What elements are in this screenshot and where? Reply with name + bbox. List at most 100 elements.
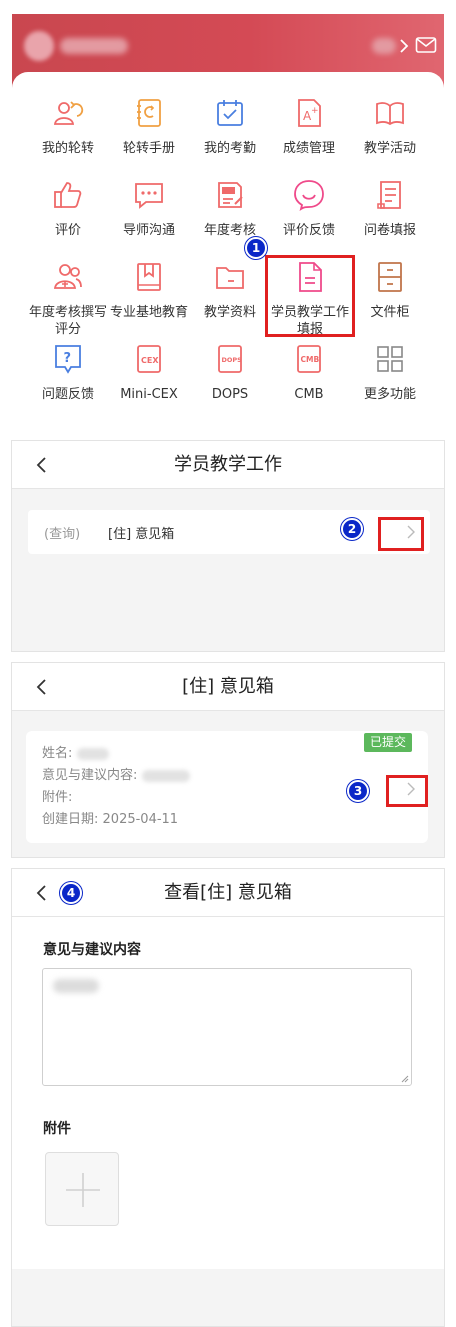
step-marker: 4 [60,882,82,904]
cmb-icon: CMB [297,345,321,373]
grid-item-questionnaire[interactable]: 问卷填报 [349,178,431,239]
name-label: 姓名: [42,746,73,761]
grid-item-file-cabinet[interactable]: 文件柜 [349,260,431,321]
handbook-icon [137,99,161,127]
grid-item-teaching-materials[interactable]: 教学资料 [189,260,271,321]
grid-item-label: 成绩管理 [282,141,335,156]
highlight-box [265,255,355,337]
suggestion-box-panel: [住] 意见箱 已提交 姓名: 意见与建议内容: 附件: 创建日期: 2025-… [11,662,445,858]
user-name-blurred [60,38,128,54]
svg-text:DOPS: DOPS [222,356,243,364]
grid-item-label: 我的轮转 [41,141,94,156]
nav-bar: [住] 意见箱 [12,663,444,711]
step-marker: 2 [341,518,363,540]
query-tag: (查询) [44,527,81,542]
grid-item-mini-cex[interactable]: CEX Mini-CEX [108,342,190,403]
function-grid: 我的轮转 轮转手册 我的考勤 A + 成绩管理 教学活动 评价 导师沟通 年度考… [12,72,444,428]
grid-item-annual-exam[interactable]: 年度考核 [189,178,271,239]
grid-item-label: 年度考核撰写评分 [28,305,107,337]
grid-item-dops[interactable]: DOPS DOPS [189,342,271,403]
book-open-icon [376,102,404,126]
list-item-title: [住] 意见箱 [108,527,175,542]
teaching-work-panel: 学员教学工作 (查询) [住] 意见箱 2 [11,440,445,652]
avatar[interactable] [24,31,54,61]
grid-item-teaching-activity[interactable]: 教学活动 [349,96,431,157]
content-line: 意见与建议内容: [42,767,190,785]
grid-item-more-functions[interactable]: 更多功能 [349,342,431,403]
grid-item-label: 问卷填报 [363,223,416,238]
plus-icon [66,1173,100,1207]
name-line: 姓名: [42,745,109,763]
cex-icon: CEX [137,345,161,373]
page-title: 学员教学工作 [174,454,282,475]
page-title: [住] 意见箱 [182,676,274,697]
grid-item-annual-exam-scoring[interactable]: 年度考核撰写评分 [27,260,109,338]
grid-item-label: 我的考勤 [203,141,256,156]
grid-item-label: 教学活动 [363,141,416,156]
grid-item-evaluation-feedback[interactable]: 评价反馈 [268,178,350,239]
users-icon [53,264,82,289]
cabinet-icon [378,262,402,292]
chat-icon [135,183,163,209]
content-value-blurred [141,769,190,782]
attachment-heading: 附件 [43,1121,71,1137]
grade-icon: A + [298,99,321,127]
grid-item-rotation-handbook[interactable]: 轮转手册 [108,96,190,157]
mail-icon[interactable] [415,36,437,54]
grid-item-label: 专业基地教育 [109,305,188,320]
grid-item-label: 轮转手册 [122,141,175,156]
grid-item-label: 问题反馈 [41,387,94,402]
svg-text:CEX: CEX [141,356,159,365]
date-label: 创建日期: [42,812,99,827]
content-textarea[interactable] [42,968,412,1086]
grid-item-label: 文件柜 [370,305,410,320]
grid-item-my-attendance[interactable]: 我的考勤 [189,96,271,157]
attachment-upload-button[interactable] [45,1152,119,1226]
grid-item-label: 更多功能 [363,387,416,402]
attachment-label: 附件: [42,790,73,805]
thumbs-up-icon [54,182,82,208]
status-badge: 已提交 [364,733,412,752]
content-label: 意见与建议内容: [42,768,138,783]
attachment-line: 附件: [42,789,72,807]
chevron-right-icon[interactable] [396,36,412,56]
content-value-blurred [53,979,99,993]
grid-item-cmb[interactable]: CMB CMB [268,342,350,403]
question-icon: ? [55,345,81,374]
resize-grip-icon[interactable] [401,1075,409,1083]
content-heading: 意见与建议内容 [43,942,141,958]
list-item[interactable]: (查询) [住] 意见箱 [28,510,430,554]
highlight-box [386,775,428,807]
nav-bar: 学员教学工作 [12,441,444,489]
rotation-icon [53,101,84,125]
grid-item-label: 教学资料 [203,305,256,320]
name-value-blurred [76,747,109,760]
grid-item-mentor-communication[interactable]: 导师沟通 [108,178,190,239]
step-marker: 3 [347,780,369,802]
grid-item-label: 评价 [54,223,81,238]
grid-item-grade-management[interactable]: A + 成绩管理 [268,96,350,157]
grid-item-label: 评价反馈 [282,223,335,238]
home-panel: 我的轮转 轮转手册 我的考勤 A + 成绩管理 教学活动 评价 导师沟通 年度考… [12,14,444,428]
folder-icon [216,267,244,289]
grid-item-specialty-base-education[interactable]: 专业基地教育 [108,260,190,321]
bookmark-book-icon [137,263,161,291]
grid-item-label: CMB [294,387,324,402]
highlight-box [378,517,424,551]
user-info-blurred [372,38,396,54]
grid-item-evaluation[interactable]: 评价 [27,178,109,239]
grid-item-problem-feedback[interactable]: ? 问题反馈 [27,342,109,403]
annual-exam-icon [218,182,243,208]
questionnaire-icon [377,181,401,209]
attendance-icon [217,100,243,126]
grid-item-label: 导师沟通 [122,223,175,238]
svg-text:CMB: CMB [301,355,320,364]
svg-text:?: ? [64,351,72,366]
grid-item-my-rotation[interactable]: 我的轮转 [27,96,109,157]
step-marker: 1 [245,237,267,259]
date-value: 2025-04-11 [102,812,179,827]
dops-icon: DOPS [218,345,243,373]
svg-text:+: + [311,106,319,116]
grid-item-label: Mini-CEX [120,387,178,402]
grid-item-label: DOPS [211,387,249,402]
